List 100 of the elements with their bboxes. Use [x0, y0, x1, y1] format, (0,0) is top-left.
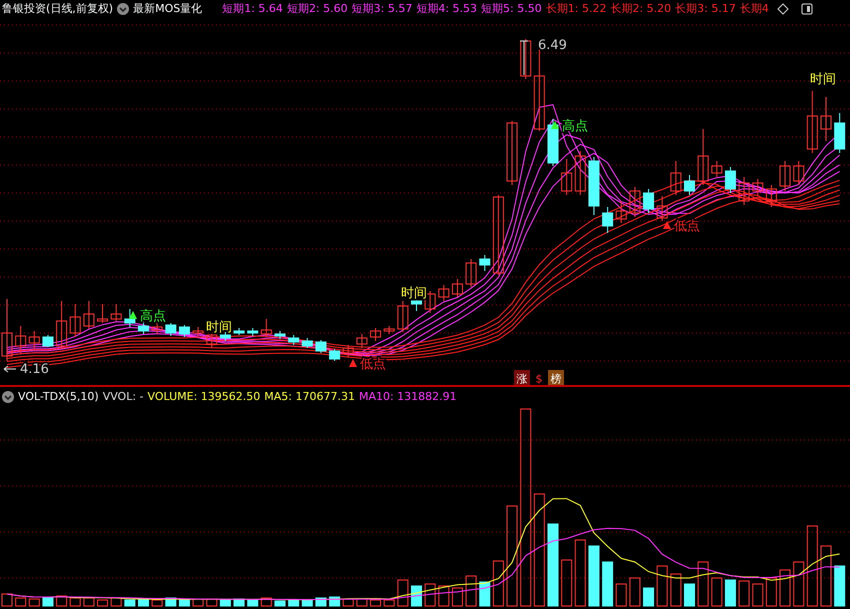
volume-bar — [793, 562, 804, 606]
volume-bar — [97, 600, 108, 606]
volume-bar — [397, 580, 408, 606]
volume-bar — [602, 562, 614, 606]
volume-bar — [192, 598, 204, 606]
candlestick — [656, 196, 668, 222]
candlestick — [165, 322, 176, 336]
volume-bar — [752, 584, 764, 606]
indicator-reading: 短期4: 5.53 — [416, 1, 478, 17]
volume-bar — [152, 600, 163, 606]
indicator-name: 最新MOS量化 — [133, 1, 202, 17]
volume-bar — [56, 596, 68, 606]
dollar-link[interactable]: $ — [536, 372, 542, 385]
candlestick — [397, 300, 408, 332]
triangle-marker-icon — [349, 359, 357, 367]
volume-bar — [479, 582, 490, 606]
candlestick — [42, 334, 54, 348]
volume-bar — [574, 540, 586, 606]
indicator-reading: 短期2: 5.60 — [286, 1, 348, 17]
indicator-reading: 长期1: 5.22 — [546, 1, 606, 17]
volume-bar — [260, 598, 272, 606]
indicator-reading: MA5: 170677.31 — [264, 389, 355, 405]
volume-bar — [766, 578, 777, 606]
indicator-reading: MA10: 131882.91 — [358, 389, 457, 405]
volume-bar — [70, 598, 81, 606]
volume-bar — [424, 584, 436, 606]
diamond-icon[interactable] — [776, 3, 789, 15]
indicator-reading: 短期3: 5.57 — [352, 1, 412, 17]
signal-label: 时间 — [810, 72, 836, 87]
volume-bar — [178, 600, 190, 606]
candlestick — [466, 258, 477, 288]
candlestick — [548, 118, 558, 166]
candlestick — [629, 186, 640, 218]
volume-bar — [820, 546, 832, 606]
candlestick — [56, 300, 68, 350]
indicator-reading: 长期3: 5.17 — [675, 1, 736, 17]
volume-bar — [684, 584, 695, 606]
candlestick — [152, 320, 163, 334]
badge[interactable]: 榜 — [548, 370, 564, 385]
candlestick — [138, 320, 149, 334]
volume-bar — [738, 580, 750, 606]
candlestick — [780, 160, 791, 192]
signal-label: 时间 — [401, 286, 427, 301]
volume-bar — [670, 574, 682, 606]
volume-bar — [711, 578, 722, 606]
dropdown-icon[interactable] — [2, 391, 14, 403]
candlestick — [793, 160, 804, 186]
volume-bar — [274, 600, 286, 606]
candlestick — [424, 290, 436, 314]
indicator-name: VOL-TDX(5,10) — [18, 389, 99, 405]
volume-bar — [370, 600, 382, 606]
candlestick — [97, 304, 108, 324]
candlestick — [834, 112, 846, 154]
candlestick — [479, 254, 490, 272]
candlestick — [329, 348, 340, 362]
candlestick — [342, 344, 354, 358]
candlestick — [806, 90, 818, 154]
candlestick — [370, 328, 382, 342]
badge[interactable]: 涨 — [514, 370, 530, 385]
indicator-reading: 短期5: 5.50 — [481, 1, 542, 17]
volume-bar — [83, 598, 94, 606]
volume-bar — [2, 594, 12, 606]
price-label: 6.49 — [538, 38, 567, 53]
candlestick — [83, 300, 94, 330]
volume-bar — [15, 598, 26, 606]
candlestick — [384, 326, 395, 334]
dropdown-icon[interactable] — [117, 3, 130, 15]
volume-bar — [629, 578, 640, 606]
candlestick — [820, 96, 832, 142]
candlestick — [178, 324, 190, 338]
volume-bar — [492, 560, 504, 606]
arrow-icon — [4, 366, 16, 372]
candlestick — [506, 120, 518, 186]
candlestick — [574, 150, 586, 196]
volume-bar — [315, 598, 326, 606]
volume-bar — [302, 600, 313, 606]
candlestick — [684, 174, 695, 196]
candlestick — [602, 206, 614, 234]
volume-bar — [206, 598, 218, 606]
indicator-reading: 短期1: 5.64 — [222, 1, 283, 17]
panel-icon[interactable] — [800, 3, 813, 15]
candlestick — [766, 184, 777, 208]
volume-bar — [780, 570, 791, 606]
triangle-marker-icon — [551, 121, 559, 129]
candlestick — [452, 278, 463, 298]
volume-bar — [834, 566, 846, 606]
volume-bar — [438, 586, 450, 606]
candlestick — [234, 328, 245, 336]
volume-bar — [220, 600, 231, 606]
volume-bar — [124, 600, 136, 606]
volume-bar — [356, 598, 368, 606]
triangle-marker-icon — [129, 311, 137, 319]
candlestick — [70, 304, 81, 338]
volume-bar — [384, 600, 395, 606]
candlestick — [670, 160, 682, 196]
indicator-reading: VOLUME: 139562.50 — [148, 389, 260, 405]
candlestick — [738, 176, 750, 206]
candlestick — [15, 326, 26, 354]
candlestick — [724, 166, 736, 194]
volume-bar — [411, 586, 422, 606]
